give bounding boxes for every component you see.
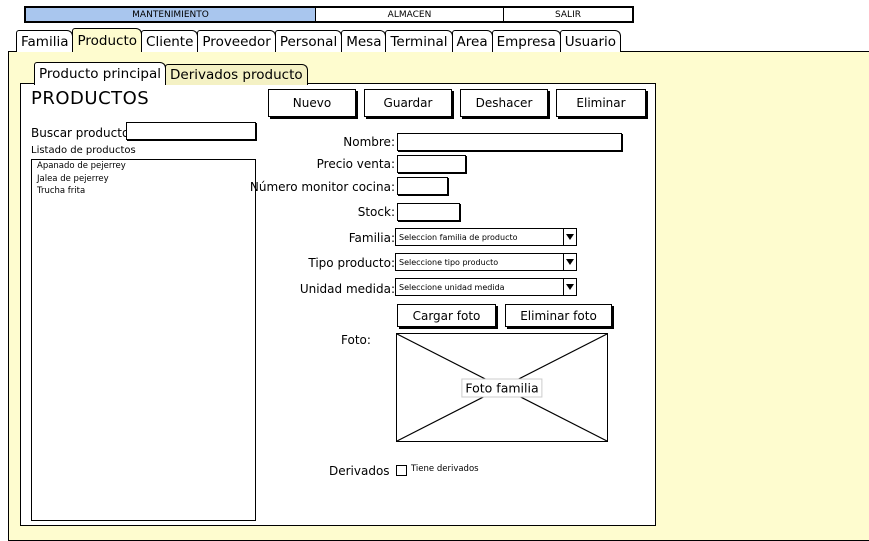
stock-input[interactable] — [397, 203, 460, 221]
sub-tab-bar: Producto principal Derivados producto — [34, 61, 308, 85]
chevron-down-icon[interactable] — [563, 254, 576, 270]
eliminar-button[interactable]: Eliminar — [556, 89, 646, 117]
eliminar-foto-button[interactable]: Eliminar foto — [505, 304, 612, 327]
photo-placeholder: Foto familia — [396, 333, 608, 442]
nombre-input[interactable] — [397, 133, 622, 151]
search-label: Buscar producto: — [31, 126, 134, 140]
nombre-label: Nombre: — [343, 135, 395, 149]
tab-proveedor[interactable]: Proveedor — [197, 30, 276, 52]
cargar-foto-button[interactable]: Cargar foto — [397, 304, 496, 327]
tab-area[interactable]: Area — [451, 30, 493, 52]
list-item[interactable]: Trucha frita — [32, 185, 255, 198]
tipo-producto-select-value: Seleccione tipo producto — [399, 257, 499, 267]
tab-familia[interactable]: Familia — [16, 30, 74, 52]
tipo-producto-select[interactable]: Seleccione tipo producto — [395, 253, 577, 271]
precio-venta-input[interactable] — [397, 155, 466, 173]
tab-usuario[interactable]: Usuario — [559, 30, 622, 52]
main-tab-bar: Familia Producto Cliente Proveedor Perso… — [16, 28, 622, 52]
numero-monitor-input[interactable] — [397, 177, 448, 195]
tab-cliente[interactable]: Cliente — [141, 30, 199, 52]
familia-label: Familia: — [348, 231, 395, 245]
tab-terminal[interactable]: Terminal — [385, 30, 453, 52]
menu-almacen[interactable]: ALMACEN — [316, 8, 504, 21]
tab-mesa[interactable]: Mesa — [341, 30, 387, 52]
precio-venta-label: Precio venta: — [316, 157, 395, 171]
tab-producto[interactable]: Producto — [72, 28, 143, 52]
stock-label: Stock: — [357, 205, 395, 219]
nuevo-button[interactable]: Nuevo — [268, 89, 356, 117]
tab-derivados-producto[interactable]: Derivados producto — [165, 64, 308, 85]
chevron-down-icon[interactable] — [563, 229, 576, 245]
tab-empresa[interactable]: Empresa — [491, 30, 561, 52]
menu-salir[interactable]: SALIR — [504, 8, 632, 21]
numero-monitor-label: Número monitor cocina: — [249, 180, 395, 194]
derivados-label: Derivados — [329, 464, 390, 478]
menu-mantenimiento[interactable]: MANTENIMIENTO — [26, 8, 316, 21]
guardar-button[interactable]: Guardar — [364, 89, 452, 117]
photo-placeholder-caption: Foto familia — [461, 378, 543, 397]
unidad-medida-select-value: Seleccione unidad medida — [399, 282, 505, 292]
top-menu-bar: MANTENIMIENTO ALMACEN SALIR — [24, 6, 634, 23]
search-input[interactable] — [126, 122, 256, 140]
tab-personal[interactable]: Personal — [274, 30, 343, 52]
tipo-producto-label: Tipo producto: — [308, 256, 395, 270]
chevron-down-icon[interactable] — [563, 279, 576, 295]
unidad-medida-label: Unidad medida: — [299, 282, 395, 296]
list-item[interactable]: Jalea de pejerrey — [32, 173, 255, 186]
familia-select-value: Seleccion familia de producto — [399, 232, 518, 242]
list-item[interactable]: Apanado de pejerrey — [32, 160, 255, 173]
product-list[interactable]: Apanado de pejerrey Jalea de pejerrey Tr… — [31, 159, 256, 521]
product-list-label: Listado de productos — [31, 145, 136, 156]
tiene-derivados-label: Tiene derivados — [411, 464, 479, 474]
tab-producto-principal[interactable]: Producto principal — [34, 62, 167, 85]
deshacer-button[interactable]: Deshacer — [460, 89, 548, 117]
familia-select[interactable]: Seleccion familia de producto — [395, 228, 577, 246]
unidad-medida-select[interactable]: Seleccione unidad medida — [395, 278, 577, 296]
tiene-derivados-checkbox[interactable] — [396, 465, 407, 476]
page-title: PRODUCTOS — [31, 88, 150, 109]
foto-label: Foto: — [341, 333, 371, 347]
